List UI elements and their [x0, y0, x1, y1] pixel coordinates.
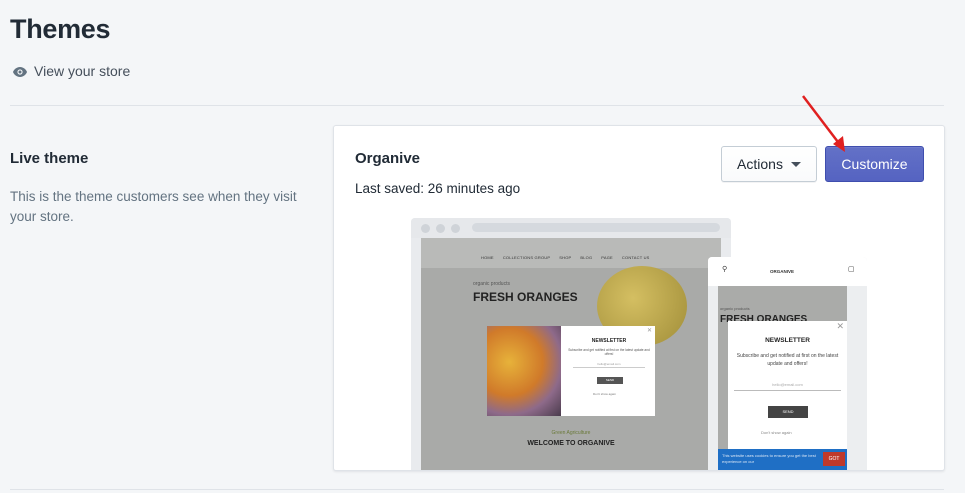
customize-label: Customize [841, 156, 908, 172]
newsletter-text: Subscribe and get notified at first on t… [568, 348, 650, 356]
search-icon: ⚲ [722, 266, 728, 273]
close-icon: ✕ [646, 328, 652, 334]
nav-item: BLOG [580, 255, 593, 260]
send-button: SEND [768, 406, 808, 418]
cookie-bar: This website uses cookies to ensure you … [718, 449, 847, 470]
url-bar [472, 223, 720, 232]
nav-item: SHOP [559, 255, 572, 260]
dont-show-checkbox: Don't show again [593, 392, 616, 396]
live-theme-card: Organive Last saved: 26 minutes ago Acti… [333, 125, 945, 471]
cart-icon: ▢ [848, 266, 855, 273]
window-dot-icon [421, 224, 430, 233]
newsletter-title: NEWSLETTER [765, 337, 810, 344]
cookie-accept-button [701, 470, 719, 471]
nav-item: PAGE [601, 255, 613, 260]
cookie-text: This website uses cookies to ensure you … [722, 453, 816, 464]
window-dot-icon [436, 224, 445, 233]
live-theme-description: This is the theme customers see when the… [10, 189, 297, 224]
browser-chrome [411, 218, 731, 238]
newsletter-title: NEWSLETTER [591, 338, 627, 344]
desktop-preview: HOME COLLECTIONS GROUP SHOP BLOG PAGE CO… [411, 218, 731, 471]
page-title: Themes [10, 14, 111, 44]
window-dot-icon [451, 224, 460, 233]
cookie-accept-button: GOT [823, 452, 845, 466]
close-icon: ✕ [836, 321, 844, 331]
nav-item: HOME [481, 255, 494, 260]
email-field: hello@email.com [734, 382, 841, 391]
mobile-header: ⚲ ORGANIVE ▢ [708, 257, 867, 286]
hero-title: FRESH ORANGES [473, 290, 578, 304]
nav-item: COLLECTIONS GROUP [502, 255, 551, 260]
email-field: hello@email.com [573, 362, 645, 368]
view-store-link[interactable]: View your store [12, 63, 130, 79]
newsletter-text: Subscribe and get notified at first on t… [736, 353, 839, 367]
footer-divider [10, 489, 944, 490]
site-nav: HOME COLLECTIONS GROUP SHOP BLOG PAGE CO… [481, 255, 650, 260]
theme-name: Organive [355, 150, 421, 167]
cookie-bar [421, 470, 721, 471]
header-divider [10, 105, 944, 106]
caret-down-icon [790, 161, 801, 167]
newsletter-modal: ✕ NEWSLETTER Subscribe and get notified … [728, 321, 847, 449]
mobile-logo: ORGANIVE [770, 269, 795, 274]
fruit-image [487, 326, 561, 416]
welcome-title: WELCOME TO ORGANIVE [527, 440, 615, 447]
newsletter-modal: ✕ NEWSLETTER Subscribe and get notified … [487, 326, 655, 416]
desktop-site: HOME COLLECTIONS GROUP SHOP BLOG PAGE CO… [421, 238, 721, 471]
nav-item: CONTACT US [621, 255, 650, 260]
view-store-label: View your store [34, 63, 131, 79]
hero-subtitle: organic products [473, 281, 510, 287]
welcome-subtitle: Green Agriculture [551, 430, 591, 436]
mobile-site: organic products FRESH ORANGES ✕ NEWSLET… [718, 286, 847, 470]
actions-label: Actions [737, 156, 783, 172]
live-theme-title: Live theme [10, 150, 89, 167]
dont-show-checkbox: Don't show again [761, 430, 792, 435]
mobile-preview: ⚲ ORGANIVE ▢ organic products FRESH ORAN… [708, 257, 867, 470]
send-button: SEND [597, 377, 623, 384]
customize-button[interactable]: Customize [825, 146, 924, 182]
actions-button[interactable]: Actions [721, 146, 817, 182]
last-saved-text: Last saved: 26 minutes ago [355, 181, 521, 196]
eye-icon [12, 65, 28, 77]
site-header: HOME COLLECTIONS GROUP SHOP BLOG PAGE CO… [421, 238, 721, 268]
hero-subtitle: organic products [720, 306, 750, 311]
